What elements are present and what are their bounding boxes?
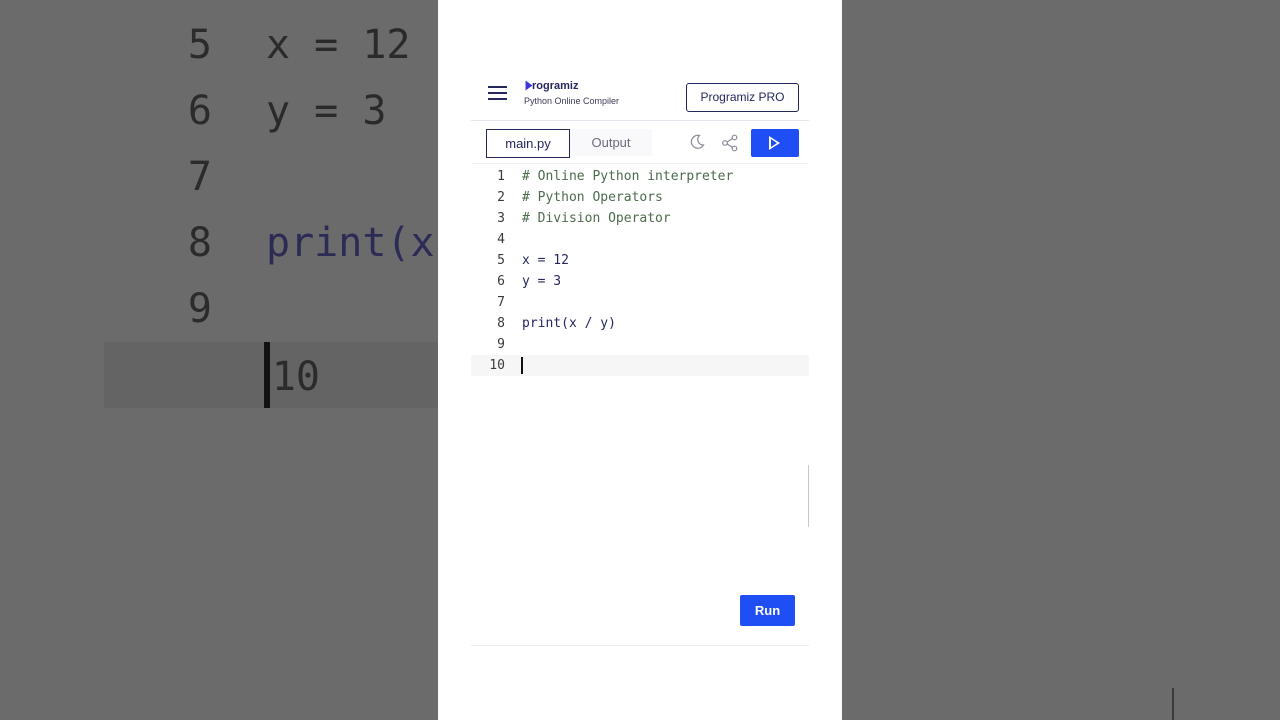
line-number: 7: [497, 295, 505, 310]
bg-line-number: 8: [187, 220, 212, 266]
code-text: y = 3: [522, 274, 562, 289]
code-line: 6 y = 3: [471, 271, 809, 292]
bg-line-number: 5: [187, 22, 212, 68]
hamburger-menu-icon[interactable]: [488, 86, 507, 100]
scrollbar[interactable]: [808, 465, 809, 527]
bg-line-number: 9: [187, 286, 212, 332]
share-icon[interactable]: [721, 134, 739, 152]
bg-line: 9: [0, 274, 438, 340]
code-text: # Online Python interpreter: [522, 169, 734, 184]
bg-code: x = 12: [266, 22, 411, 68]
logo-subtitle: Python Online Compiler: [524, 96, 620, 106]
compiler-panel: rogramiz Python Online Compiler Programi…: [438, 0, 842, 720]
line-number: 6: [497, 274, 505, 289]
code-text: print(x / y): [522, 316, 616, 331]
line-number: 5: [497, 253, 505, 268]
bg-mark: [1172, 688, 1174, 720]
moon-icon[interactable]: [689, 134, 705, 150]
background-zoom-right: [842, 0, 1280, 720]
code-text: # Python Operators: [522, 190, 663, 205]
bg-line-number: 6: [187, 88, 212, 134]
code-line: 7: [471, 292, 809, 313]
line-number: 8: [497, 316, 505, 331]
code-line: 2 # Python Operators: [471, 187, 809, 208]
text-cursor: [521, 357, 523, 374]
tab-main-py[interactable]: main.py: [486, 129, 570, 158]
bg-code: print(x: [266, 220, 435, 266]
run-play-button[interactable]: [751, 129, 799, 157]
bg-code: y = 3: [266, 88, 387, 134]
run-button[interactable]: Run: [740, 595, 795, 626]
bg-line: 5 x = 12: [0, 10, 438, 76]
programiz-logo-mark-icon: [525, 80, 533, 91]
background-zoom-left: 5 x = 12 6 y = 3 7 8 print(x 9 10: [0, 0, 438, 720]
bg-line-number: 7: [187, 154, 212, 200]
editor-toolbar: main.py Output: [438, 126, 842, 160]
divider: [471, 120, 809, 121]
programiz-logo[interactable]: rogramiz Python Online Compiler: [524, 80, 619, 106]
bg-cursor: [264, 342, 270, 408]
app-header: rogramiz Python Online Compiler Programi…: [438, 76, 842, 122]
tab-output[interactable]: Output: [570, 129, 652, 156]
code-text: x = 12: [522, 253, 569, 268]
line-number: 9: [497, 337, 505, 352]
code-line: 8 print(x / y): [471, 313, 809, 334]
bg-line: 6 y = 3: [0, 76, 438, 142]
divider: [471, 645, 809, 646]
code-line: 3 # Division Operator: [471, 208, 809, 229]
code-text: # Division Operator: [522, 211, 671, 226]
code-line: 4: [471, 229, 809, 250]
line-number: 4: [497, 232, 505, 247]
code-editor[interactable]: 1 # Online Python interpreter 2 # Python…: [471, 166, 809, 396]
code-line: 1 # Online Python interpreter: [471, 166, 809, 187]
bg-line: 8 print(x: [0, 208, 438, 274]
code-line-active: 10: [471, 355, 809, 376]
line-number: 3: [497, 211, 505, 226]
line-number: 10: [489, 358, 505, 373]
programiz-pro-button[interactable]: Programiz PRO: [686, 83, 799, 112]
code-line: 5 x = 12: [471, 250, 809, 271]
bg-line-active: 10: [104, 342, 438, 408]
logo-name: rogramiz: [532, 80, 579, 92]
divider: [471, 163, 809, 164]
bg-line-number: 10: [271, 354, 320, 400]
line-number: 2: [497, 190, 505, 205]
bg-line: 7: [0, 142, 438, 208]
line-number: 1: [497, 169, 505, 184]
code-line: 9: [471, 334, 809, 355]
